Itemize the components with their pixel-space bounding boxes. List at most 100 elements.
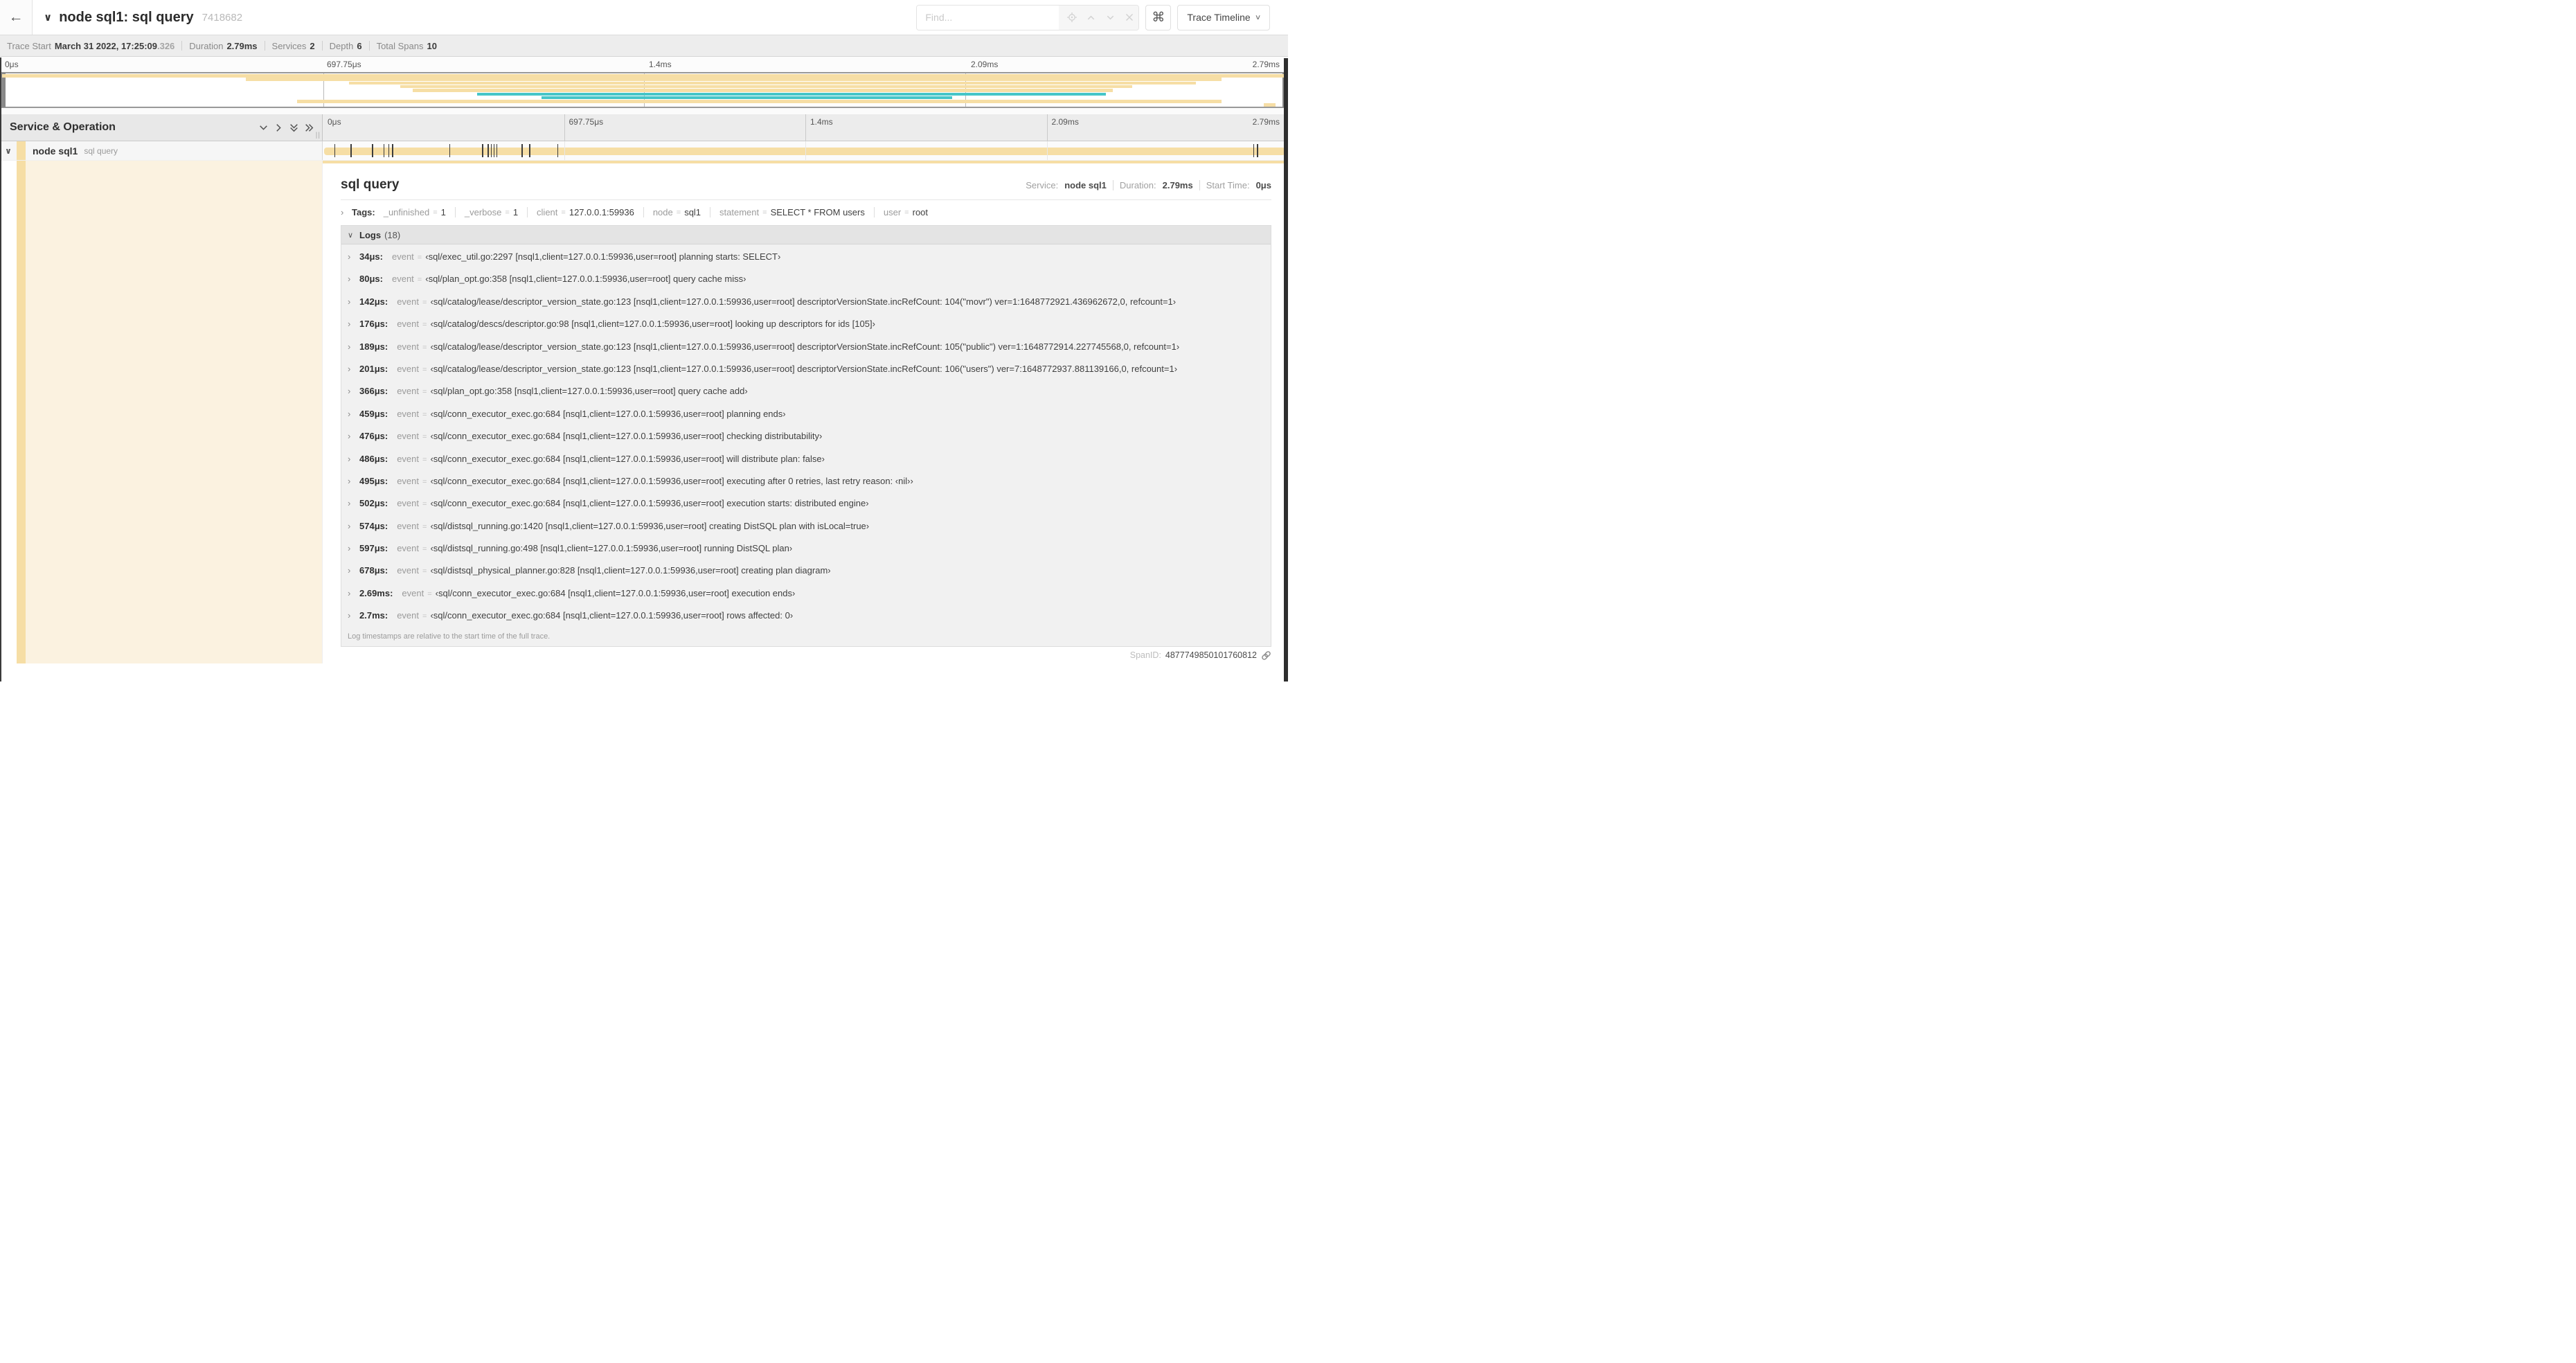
- span-id-value: 4877749850101760812: [1165, 650, 1257, 660]
- span-duration-bar[interactable]: [324, 147, 1285, 155]
- log-timestamp: 476μs:: [359, 431, 388, 442]
- log-entry[interactable]: › 597μs: event = ‹sql/distsql_running.go:498…: [348, 543, 1271, 565]
- grid-line: [564, 114, 565, 141]
- logs-header[interactable]: ∨ Logs (18): [341, 226, 1271, 244]
- log-field-value: ‹sql/exec_util.go:2297 [nsql1,client=127…: [425, 251, 781, 262]
- detail-indent-area[interactable]: [26, 161, 323, 663]
- next-match-icon[interactable]: [1106, 13, 1116, 22]
- log-field-key: event: [397, 610, 420, 621]
- expand-one-icon[interactable]: [271, 120, 286, 135]
- column-resize-grip[interactable]: ||: [316, 132, 321, 139]
- tag-item[interactable]: user = root: [873, 207, 937, 217]
- collapse-one-icon[interactable]: [256, 120, 271, 135]
- equals-sign: =: [422, 612, 427, 621]
- prev-match-icon[interactable]: [1086, 13, 1096, 22]
- time-tick-label: 0μs: [5, 60, 19, 69]
- log-entry[interactable]: › 502μs: event = ‹sql/conn_executor_exec.go:…: [348, 498, 1271, 520]
- keyboard-shortcuts-button[interactable]: ⌘: [1145, 4, 1172, 30]
- log-marker: [493, 144, 495, 157]
- trace-view-selector[interactable]: Trace Timeline ∨: [1177, 4, 1270, 30]
- log-timestamp: 176μs:: [359, 319, 388, 330]
- log-entry[interactable]: › 486μs: event = ‹sql/conn_executor_exec.go:…: [348, 454, 1271, 476]
- log-entry[interactable]: › 459μs: event = ‹sql/conn_executor_exec.go:…: [348, 409, 1271, 431]
- log-entry[interactable]: › 678μs: event = ‹sql/distsql_physical_plann…: [348, 565, 1271, 587]
- detail-span-accent[interactable]: [17, 161, 26, 663]
- depth-label: Depth: [329, 40, 354, 51]
- expand-all-icon[interactable]: [301, 120, 316, 135]
- back-button[interactable]: ←: [0, 0, 33, 35]
- log-field-key: event: [397, 319, 420, 330]
- tag-value: 127.0.0.1:59936: [569, 207, 634, 217]
- minimap-left-scrubber[interactable]: [2, 73, 6, 107]
- span-color-accent: [17, 141, 26, 160]
- duration-label: Duration: [189, 40, 224, 51]
- log-field-key: event: [397, 543, 420, 554]
- duration-value: 2.79ms: [1162, 180, 1193, 190]
- log-entry[interactable]: › 176μs: event = ‹sql/catalog/descs/descript…: [348, 319, 1271, 341]
- equals-sign: =: [422, 410, 427, 419]
- chevron-right-icon: ›: [348, 431, 351, 442]
- log-timestamp: 189μs:: [359, 341, 388, 352]
- equals-sign: =: [904, 208, 909, 217]
- tag-key: user: [883, 207, 902, 217]
- trace-summary-bar: Trace Start March 31 2022, 17:25:09 .326…: [0, 35, 1288, 57]
- focus-match-icon[interactable]: [1067, 12, 1077, 22]
- services-value: 2: [310, 40, 315, 51]
- log-marker: [383, 144, 385, 157]
- log-field-key: event: [397, 565, 420, 576]
- trace-minimap[interactable]: [1, 72, 1287, 108]
- services-label: Services: [271, 40, 307, 51]
- find-input[interactable]: [917, 5, 1059, 30]
- log-entry[interactable]: › 366μs: event = ‹sql/plan_opt.go:358 [nsql1…: [348, 386, 1271, 408]
- log-field-value: ‹sql/catalog/lease/descriptor_version_st…: [430, 296, 1177, 307]
- tags-accordion[interactable]: › Tags: _unfinished = 1 _verbose = 1 client = 12…: [341, 200, 1271, 224]
- log-entry[interactable]: › 2.7ms: event = ‹sql/conn_executor_exec.go:…: [348, 610, 1271, 627]
- chevron-right-icon: ›: [348, 475, 351, 486]
- trace-view-label: Trace Timeline: [1187, 12, 1251, 23]
- equals-sign: =: [422, 567, 427, 576]
- tag-item[interactable]: statement = SELECT * FROM users: [710, 207, 874, 217]
- detail-gutter: [0, 161, 17, 663]
- log-entry[interactable]: › 34μs: event = ‹sql/exec_util.go:2297 [nsql…: [348, 251, 1271, 274]
- log-field-value: ‹sql/conn_executor_exec.go:684 [nsql1,cl…: [430, 408, 786, 419]
- collapse-all-icon[interactable]: [286, 120, 301, 135]
- log-entry[interactable]: › 495μs: event = ‹sql/conn_executor_exec.go:…: [348, 476, 1271, 498]
- trace-start-fraction: .326: [156, 40, 175, 51]
- log-entry[interactable]: › 142μs: event = ‹sql/catalog/lease/descript…: [348, 296, 1271, 319]
- tag-key: _unfinished: [383, 207, 430, 217]
- tag-item[interactable]: _unfinished = 1: [384, 207, 455, 217]
- deep-link-icon[interactable]: [1261, 650, 1271, 661]
- log-field-value: ‹sql/distsql_physical_planner.go:828 [ns…: [430, 565, 831, 576]
- tag-item[interactable]: client = 127.0.0.1:59936: [527, 207, 643, 217]
- time-tick-label: 2.09ms: [1051, 117, 1079, 127]
- chevron-down-icon: ∨: [1254, 13, 1262, 21]
- trace-collapse-chevron-icon[interactable]: ∨: [44, 11, 52, 24]
- log-entry[interactable]: › 2.69ms: event = ‹sql/conn_executor_exec.go…: [348, 588, 1271, 610]
- log-entry[interactable]: › 201μs: event = ‹sql/catalog/lease/descript…: [348, 364, 1271, 386]
- tag-item[interactable]: node = sql1: [643, 207, 710, 217]
- log-field-value: ‹sql/conn_executor_exec.go:684 [nsql1,cl…: [430, 498, 869, 509]
- vertical-scrollbar[interactable]: [1284, 58, 1288, 682]
- log-marker: [496, 144, 498, 157]
- span-name-cell[interactable]: ∨ node sql1 sql query: [0, 141, 323, 160]
- log-field-value: ‹sql/catalog/lease/descriptor_version_st…: [430, 341, 1180, 352]
- total-spans-value: 10: [427, 40, 437, 51]
- log-entry[interactable]: › 80μs: event = ‹sql/plan_opt.go:358 [nsql1,…: [348, 274, 1271, 296]
- log-entry[interactable]: › 574μs: event = ‹sql/distsql_running.go:142…: [348, 521, 1271, 543]
- equals-sign: =: [422, 545, 427, 554]
- log-entry[interactable]: › 476μs: event = ‹sql/conn_executor_exec.go:…: [348, 431, 1271, 453]
- log-entry[interactable]: › 189μs: event = ‹sql/catalog/lease/descript…: [348, 341, 1271, 364]
- chevron-right-icon: ›: [341, 207, 344, 217]
- tag-item[interactable]: _verbose = 1: [454, 207, 527, 217]
- clear-find-icon[interactable]: [1125, 13, 1135, 21]
- logs-list: › 34μs: event = ‹sql/exec_util.go:2297 [nsql…: [341, 244, 1271, 627]
- log-field-key: event: [397, 363, 420, 374]
- minimap-span-bar: [246, 78, 1222, 81]
- grid-line: [564, 141, 565, 160]
- span-collapse-chevron-icon[interactable]: ∨: [0, 146, 17, 156]
- grid-line: [805, 141, 806, 160]
- chevron-right-icon: ›: [348, 587, 351, 598]
- minimap-span-bar: [476, 92, 1107, 96]
- tags-list: _unfinished = 1 _verbose = 1 client = 127.0.0.1:…: [384, 207, 937, 217]
- back-arrow-icon: ←: [8, 9, 24, 25]
